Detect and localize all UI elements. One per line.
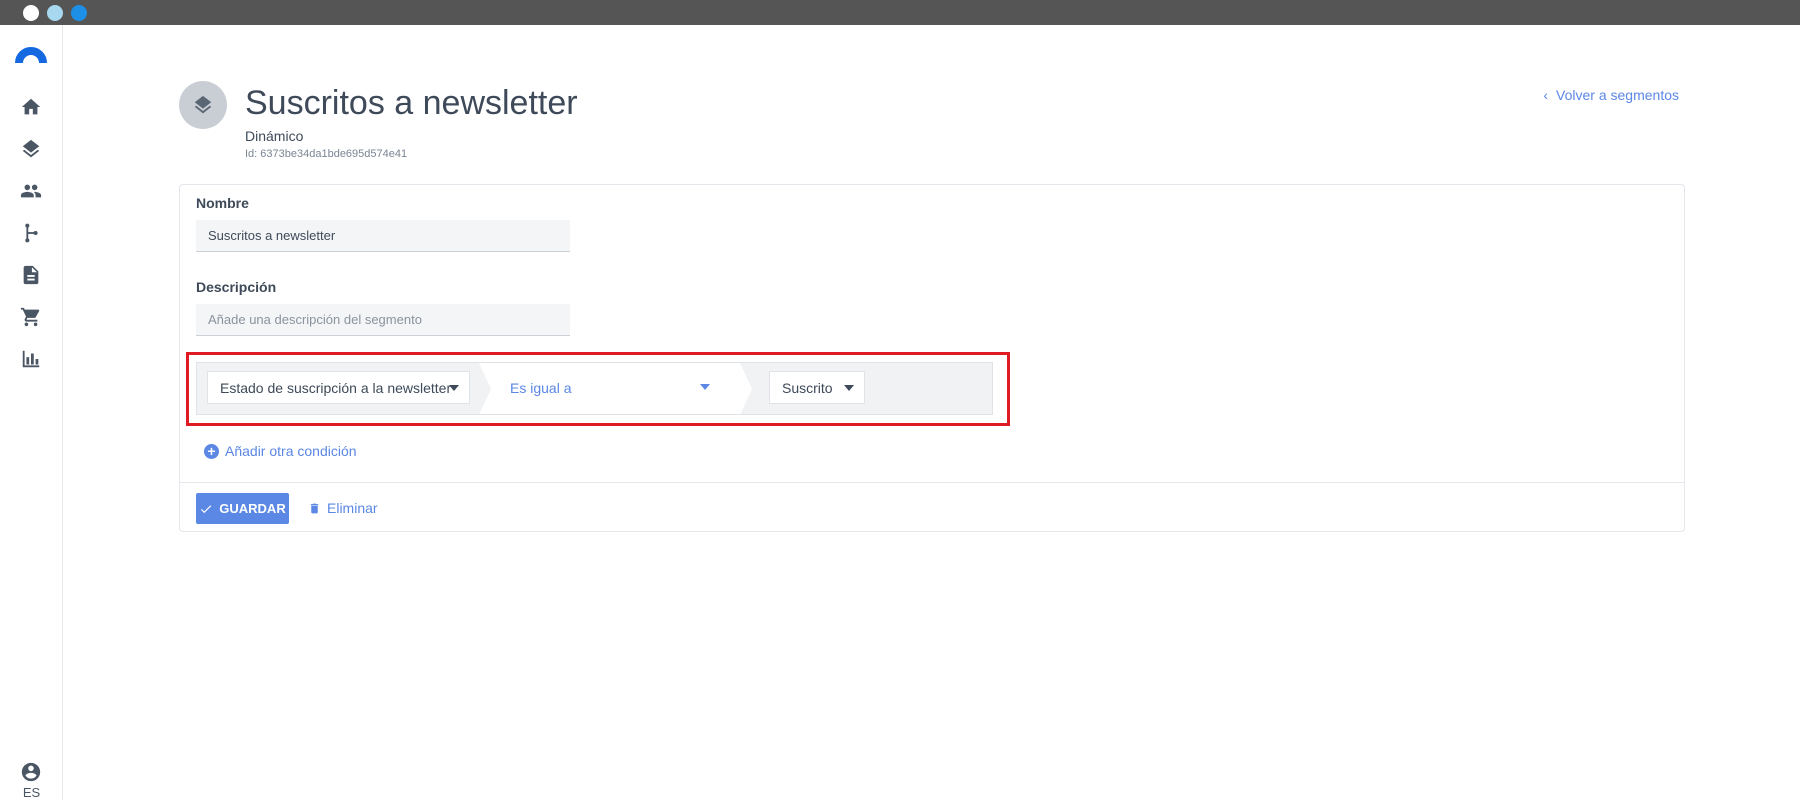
home-icon[interactable] <box>17 93 45 121</box>
check-icon <box>201 504 212 513</box>
window-titlebar <box>0 0 1800 25</box>
window-minimize-button[interactable] <box>47 5 63 21</box>
back-to-segments-link[interactable]: ‹ Volver a segmentos <box>1543 87 1679 103</box>
brand-logo[interactable] <box>15 47 47 63</box>
description-label: Descripción <box>196 279 277 295</box>
account-circle-icon[interactable] <box>17 758 45 786</box>
trash-icon <box>310 503 319 513</box>
cart-icon[interactable] <box>17 303 45 331</box>
description-field[interactable] <box>196 304 570 336</box>
segment-id: Id: 6373be34da1bde695d574e41 <box>245 148 408 160</box>
sidebar: ES <box>0 25 63 800</box>
delete-button[interactable]: Eliminar <box>308 500 378 516</box>
chevron-left-icon: ‹ <box>1543 87 1549 103</box>
condition-highlight-box <box>186 352 1010 426</box>
language-selector[interactable]: ES <box>0 785 63 800</box>
delete-label: Eliminar <box>327 500 378 516</box>
workflow-icon[interactable] <box>17 219 45 247</box>
layers-icon[interactable] <box>17 135 45 163</box>
segment-form-card: Nombre Descripción Estado de suscripción… <box>179 184 1685 532</box>
segment-type: Dinámico <box>245 128 304 144</box>
plus-circle-icon: + <box>204 443 219 459</box>
add-condition-button[interactable]: + Añadir otra condición <box>204 443 357 459</box>
layers-icon <box>194 95 212 114</box>
name-field[interactable] <box>196 220 570 252</box>
back-link-label: Volver a segmentos <box>1556 87 1679 103</box>
bar-chart-icon[interactable] <box>17 345 45 373</box>
document-icon[interactable] <box>17 261 45 289</box>
name-label: Nombre <box>196 195 249 211</box>
people-icon[interactable] <box>17 177 45 205</box>
divider <box>180 482 1684 483</box>
save-label: GUARDAR <box>219 501 286 516</box>
window-maximize-button[interactable] <box>71 5 87 21</box>
add-condition-label: Añadir otra condición <box>225 443 357 459</box>
save-button[interactable]: GUARDAR <box>196 493 289 524</box>
window-close-button[interactable] <box>23 5 39 21</box>
segment-avatar <box>179 81 227 129</box>
page-title: Suscritos a newsletter <box>245 84 578 122</box>
